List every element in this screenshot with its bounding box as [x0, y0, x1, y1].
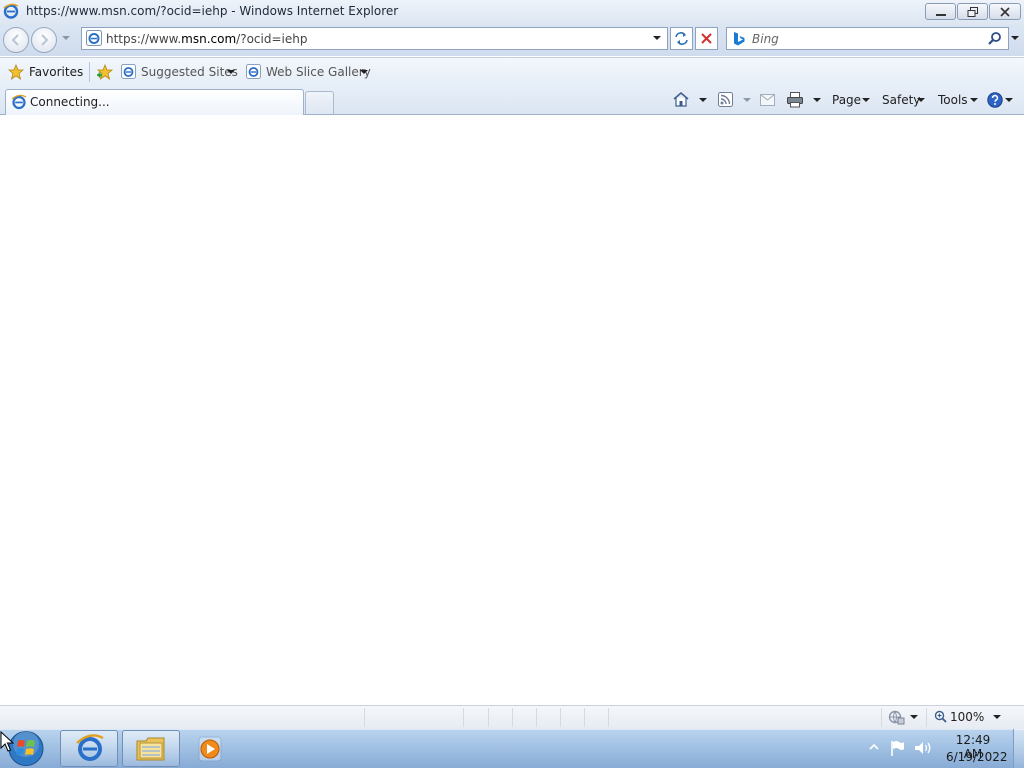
safety-menu-button[interactable]: Safety: [882, 93, 920, 107]
stop-icon: [701, 33, 712, 44]
tools-menu-dropdown[interactable]: [970, 98, 978, 102]
status-divider: [488, 708, 489, 727]
show-desktop-button[interactable]: [1013, 729, 1024, 768]
url-domain: msn.com: [181, 32, 237, 46]
url-prefix: https://www.: [106, 32, 182, 46]
help-dropdown[interactable]: [1005, 98, 1013, 102]
search-placeholder: Bing: [752, 32, 779, 46]
volume-icon[interactable]: [913, 739, 933, 757]
print-dropdown[interactable]: [813, 98, 821, 102]
page-menu-button[interactable]: Page: [832, 93, 861, 107]
address-url[interactable]: https://www.msn.com/?ocid=iehp: [106, 32, 307, 46]
status-divider: [584, 708, 585, 727]
address-dropdown[interactable]: [653, 36, 661, 40]
status-divider: [463, 708, 464, 727]
suggested-sites-ie-icon: [121, 64, 136, 79]
internet-explorer-icon: [76, 734, 104, 761]
status-divider: [881, 708, 882, 727]
status-divider: [512, 708, 513, 727]
zoom-icon: [934, 710, 947, 723]
page-menu-dropdown[interactable]: [862, 98, 870, 102]
home-dropdown[interactable]: [699, 98, 707, 102]
help-icon[interactable]: [987, 92, 1003, 108]
back-button[interactable]: [3, 27, 29, 53]
minimize-icon: [935, 13, 946, 16]
ie-logo-icon: [3, 3, 19, 19]
protected-mode-icon[interactable]: [887, 709, 905, 725]
clock-date[interactable]: 6/19/2022: [946, 750, 1008, 764]
folder-icon: [136, 737, 165, 761]
print-icon[interactable]: [786, 91, 804, 108]
protected-mode-dropdown[interactable]: [910, 715, 918, 719]
loading-ie-icon: [11, 94, 27, 110]
home-icon[interactable]: [672, 91, 690, 108]
web-slice-ie-icon: [246, 64, 261, 79]
suggested-sites-button[interactable]: Suggested Sites: [141, 65, 238, 79]
new-tab-button[interactable]: [305, 91, 334, 114]
forward-button[interactable]: [31, 27, 57, 53]
refresh-icon: [675, 32, 688, 45]
search-options-dropdown[interactable]: [1011, 36, 1019, 40]
web-slice-gallery-button[interactable]: Web Slice Gallery: [266, 65, 371, 79]
back-arrow-icon: [11, 34, 19, 46]
suggested-sites-dropdown[interactable]: [227, 70, 235, 74]
window-title: https://www.msn.com/?ocid=iehp - Windows…: [26, 4, 399, 18]
status-divider: [608, 708, 609, 727]
page-content[interactable]: [0, 116, 1024, 705]
search-icon[interactable]: [987, 31, 1002, 46]
zoom-dropdown[interactable]: [993, 715, 1001, 719]
recent-pages-dropdown[interactable]: [62, 36, 70, 40]
status-divider: [926, 708, 927, 727]
url-suffix: /?ocid=iehp: [236, 32, 308, 46]
status-divider: [560, 708, 561, 727]
add-to-favorites-bar-icon[interactable]: [96, 64, 114, 80]
action-center-flag-icon[interactable]: [890, 739, 906, 757]
status-divider: [536, 708, 537, 727]
mouse-cursor-icon: [0, 731, 14, 752]
restore-button[interactable]: [957, 3, 988, 20]
web-slice-gallery-dropdown[interactable]: [360, 70, 368, 74]
bing-logo-icon: [734, 32, 745, 46]
page-ie-icon: [86, 30, 102, 46]
zoom-level[interactable]: 100%: [950, 710, 984, 724]
favorites-button[interactable]: Favorites: [29, 65, 83, 79]
minimize-button[interactable]: [925, 3, 956, 20]
favorites-star-icon: [8, 64, 24, 80]
tools-menu-button[interactable]: Tools: [938, 93, 968, 107]
restore-icon: [967, 6, 978, 17]
feeds-icon[interactable]: [718, 92, 733, 107]
stop-button[interactable]: [695, 27, 718, 50]
feeds-dropdown[interactable]: [743, 98, 751, 102]
close-icon: [1000, 6, 1010, 17]
read-mail-icon[interactable]: [760, 94, 775, 106]
close-button[interactable]: [989, 3, 1021, 20]
tab-label: Connecting...: [30, 95, 110, 109]
refresh-button[interactable]: [670, 27, 693, 50]
status-divider: [364, 708, 365, 727]
forward-arrow-icon: [41, 34, 49, 46]
show-hidden-icons-arrow-icon[interactable]: [867, 739, 881, 755]
favorites-divider: [89, 62, 90, 82]
media-player-icon[interactable]: [198, 735, 226, 763]
safety-menu-dropdown[interactable]: [917, 98, 925, 102]
